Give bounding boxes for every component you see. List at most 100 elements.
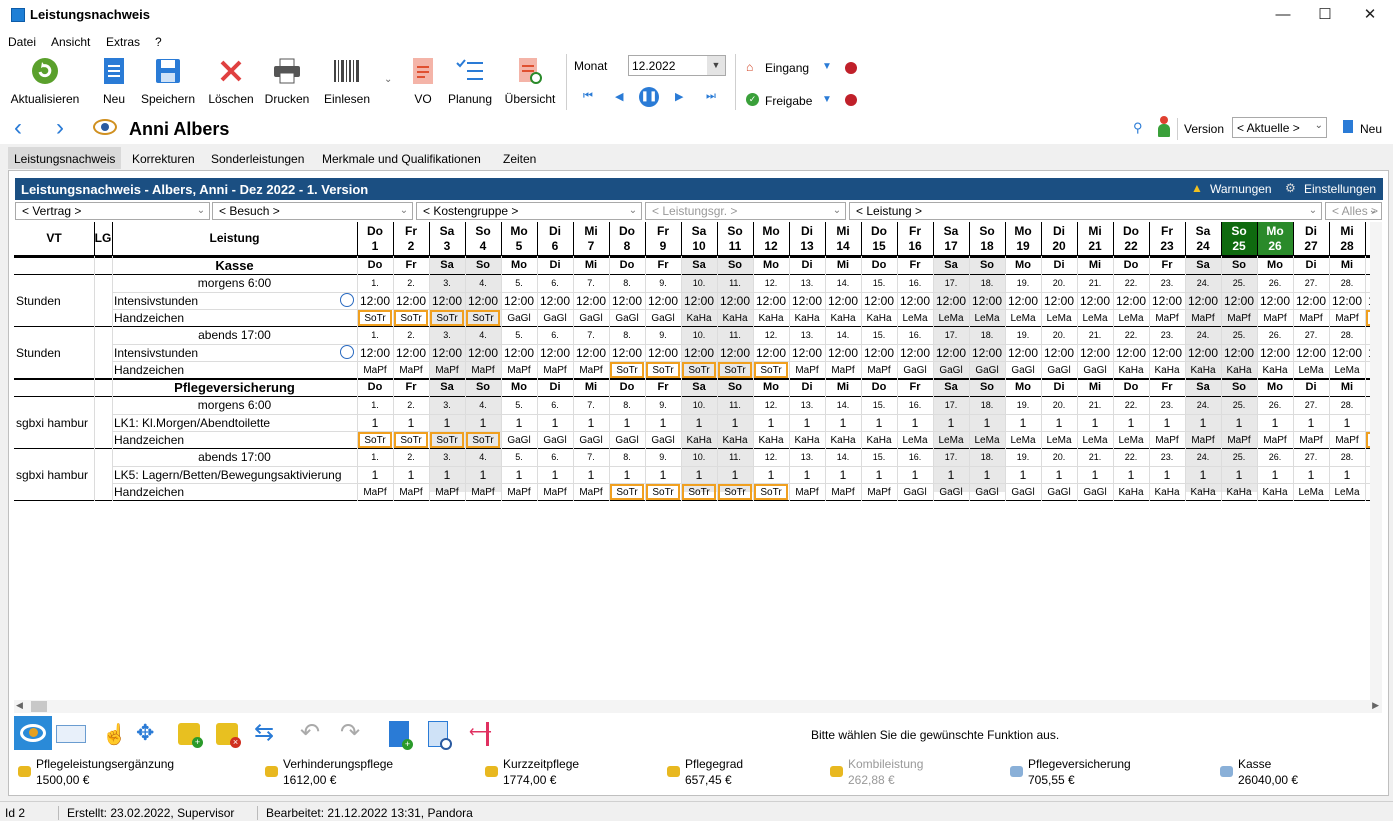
- initials-cell[interactable]: LeMa: [1078, 432, 1112, 448]
- redo-icon[interactable]: ↷: [340, 718, 360, 747]
- initials-cell[interactable]: GaGl: [502, 310, 536, 326]
- service-value[interactable]: 12:00: [501, 294, 537, 308]
- initials-cell[interactable]: LeMa: [1330, 484, 1364, 500]
- tab-merkmale[interactable]: Merkmale und Qualifikationen: [316, 147, 487, 169]
- service-value[interactable]: 12:00: [1077, 346, 1113, 360]
- service-value[interactable]: 12:00: [1005, 294, 1041, 308]
- menu-extras[interactable]: Extras: [106, 35, 140, 49]
- move-icon[interactable]: ✥: [136, 720, 154, 746]
- initials-cell[interactable]: MaPf: [574, 484, 608, 500]
- initials-cell[interactable]: MaPf: [430, 484, 464, 500]
- initials-cell[interactable]: SoTr: [610, 484, 644, 500]
- initials-cell[interactable]: MaPf: [1222, 310, 1256, 326]
- service-value[interactable]: 12:00: [429, 294, 465, 308]
- initials-cell[interactable]: SoTr: [358, 310, 392, 326]
- contract-filter[interactable]: < Vertrag > ⌄: [15, 202, 210, 220]
- new-button[interactable]: Neu: [98, 56, 130, 106]
- initials-cell[interactable]: SoTr: [430, 432, 464, 448]
- service-value[interactable]: 1: [537, 416, 573, 430]
- service-value[interactable]: 12:00: [645, 346, 681, 360]
- service-value[interactable]: 12:00: [1005, 346, 1041, 360]
- service-value[interactable]: 12:00: [1149, 346, 1185, 360]
- service-value[interactable]: 12:00: [393, 346, 429, 360]
- version-select[interactable]: < Aktuelle > ⌄: [1232, 117, 1327, 138]
- service-value[interactable]: 1: [825, 416, 861, 430]
- service-value[interactable]: 1: [393, 468, 429, 482]
- pause-icon[interactable]: ❚❚: [639, 87, 659, 107]
- initials-cell[interactable]: GaGl: [898, 484, 932, 500]
- initials-cell[interactable]: KaHa: [718, 310, 752, 326]
- service-value[interactable]: 12:00: [969, 294, 1005, 308]
- initials-cell[interactable]: SoTr: [646, 484, 680, 500]
- all-filter[interactable]: < Alles > ⌄: [1325, 202, 1382, 220]
- initials-cell[interactable]: MaPf: [862, 484, 896, 500]
- initials-cell[interactable]: GaGl: [970, 362, 1004, 378]
- service-value[interactable]: 12:00: [1257, 294, 1293, 308]
- service-value[interactable]: 1: [1113, 468, 1149, 482]
- service-value[interactable]: 12:00: [573, 294, 609, 308]
- service-value[interactable]: 12:00: [789, 346, 825, 360]
- service-value[interactable]: 12:00: [609, 346, 645, 360]
- service-value[interactable]: 1: [609, 416, 645, 430]
- service-value[interactable]: 12:00: [573, 346, 609, 360]
- maximize-button[interactable]: ☐: [1305, 4, 1345, 26]
- service-value[interactable]: 1: [357, 468, 393, 482]
- close-button[interactable]: ✕: [1350, 4, 1390, 26]
- planning-button[interactable]: Planung: [446, 56, 494, 106]
- initials-cell[interactable]: GaGl: [610, 432, 644, 448]
- initials-cell[interactable]: KaHa: [862, 310, 896, 326]
- service-value[interactable]: 12:00: [861, 346, 897, 360]
- service-value[interactable]: 1: [1005, 416, 1041, 430]
- import-dropdown-icon[interactable]: ⌄: [384, 74, 392, 85]
- first-page-icon[interactable]: ⏮: [583, 90, 593, 103]
- menu-help[interactable]: ?: [155, 35, 162, 49]
- initials-cell[interactable]: KaHa: [1114, 362, 1148, 378]
- vo-button[interactable]: VO: [407, 56, 439, 106]
- initials-cell[interactable]: MaPf: [1186, 432, 1220, 448]
- inbox-label[interactable]: Eingang: [765, 61, 809, 75]
- initials-cell[interactable]: GaGl: [1078, 362, 1112, 378]
- service-value[interactable]: 1: [573, 416, 609, 430]
- service-value[interactable]: 1: [969, 416, 1005, 430]
- service-value[interactable]: 1: [429, 416, 465, 430]
- service-value[interactable]: 12:00: [897, 346, 933, 360]
- new-version-label[interactable]: Neu: [1360, 122, 1382, 136]
- initials-cell[interactable]: MaPf: [862, 362, 896, 378]
- service-value[interactable]: 1: [933, 416, 969, 430]
- initials-cell[interactable]: MaPf: [1294, 310, 1328, 326]
- service-value[interactable]: 1: [681, 416, 717, 430]
- service-value[interactable]: 1: [645, 416, 681, 430]
- import-button[interactable]: Einlesen: [321, 56, 373, 106]
- scroll-thumb[interactable]: [31, 701, 47, 712]
- initials-cell[interactable]: KaHa: [826, 310, 860, 326]
- service-value[interactable]: 1: [897, 468, 933, 482]
- initials-cell[interactable]: MaPf: [790, 484, 824, 500]
- service-value[interactable]: 12:00: [1293, 346, 1329, 360]
- service-value[interactable]: 1: [1185, 468, 1221, 482]
- service-value[interactable]: 12:00: [717, 346, 753, 360]
- vertical-scrollbar[interactable]: [1370, 222, 1382, 700]
- initials-cell[interactable]: SoTr: [754, 362, 788, 378]
- service-value[interactable]: 12:00: [825, 294, 861, 308]
- initials-cell[interactable]: MaPf: [538, 362, 572, 378]
- release-dropdown-icon[interactable]: ▼: [822, 94, 832, 105]
- initials-cell[interactable]: KaHa: [1258, 362, 1292, 378]
- initials-cell[interactable]: MaPf: [826, 362, 860, 378]
- initials-cell[interactable]: MaPf: [358, 484, 392, 500]
- service-name[interactable]: Intensivstunden: [114, 346, 357, 360]
- service-value[interactable]: 12:00: [537, 346, 573, 360]
- initials-cell[interactable]: SoTr: [754, 484, 788, 500]
- service-value[interactable]: 1: [1005, 468, 1041, 482]
- service-name[interactable]: LK1: Kl.Morgen/Abendtoilette: [114, 416, 357, 430]
- initials-cell[interactable]: GaGl: [502, 432, 536, 448]
- service-value[interactable]: 12:00: [609, 294, 645, 308]
- initials-cell[interactable]: GaGl: [538, 432, 572, 448]
- initials-cell[interactable]: GaGl: [610, 310, 644, 326]
- service-value[interactable]: 12:00: [1149, 294, 1185, 308]
- view-mode-button[interactable]: [14, 716, 52, 750]
- menu-datei[interactable]: Datei: [8, 35, 36, 49]
- initials-cell[interactable]: MaPf: [1150, 432, 1184, 448]
- initials-cell[interactable]: SoTr: [646, 362, 680, 378]
- new-version-icon[interactable]: [1343, 120, 1353, 133]
- service-value[interactable]: 12:00: [1329, 346, 1365, 360]
